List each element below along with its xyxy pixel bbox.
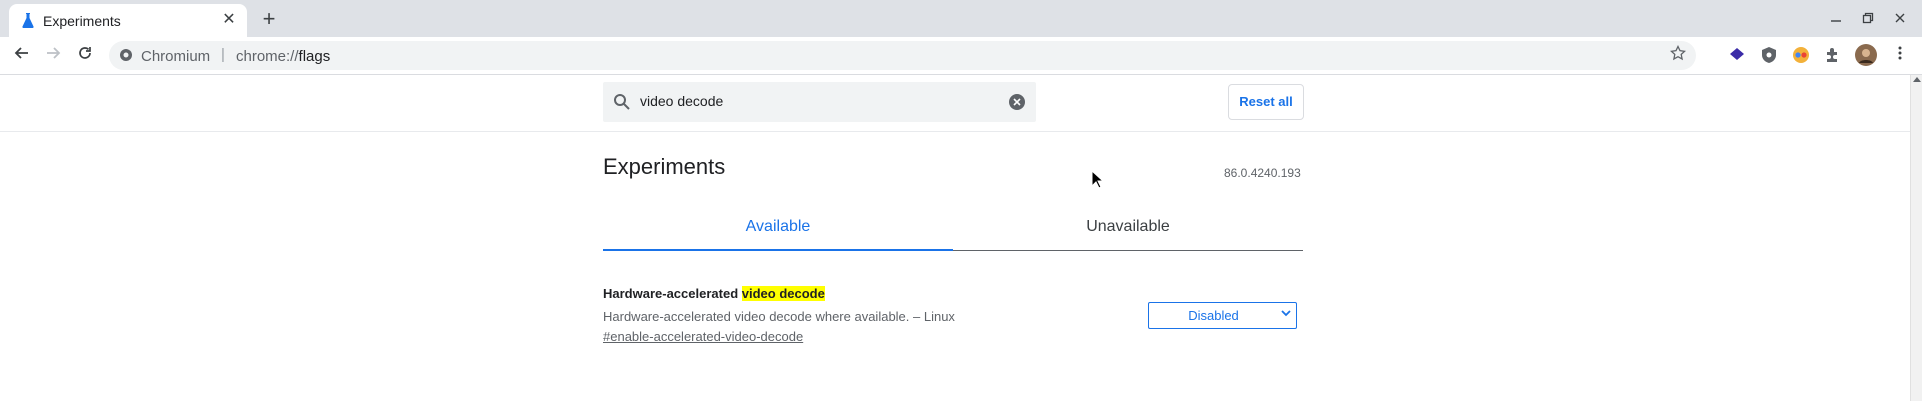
shield-ext-icon[interactable] [1759,45,1779,65]
page-scrollbar[interactable] [1910,75,1922,401]
tab-unavailable[interactable]: Unavailable [953,212,1303,251]
search-query: video decode [640,93,724,109]
reload-icon[interactable] [72,44,98,68]
select-value: Disabled [1188,308,1239,323]
flag-description: Hardware-accelerated video decode where … [603,309,955,324]
flag-title: Hardware-accelerated video decode [603,286,825,301]
restore-icon[interactable] [1855,8,1881,30]
bookmark-star-icon[interactable] [1668,44,1688,65]
browser-tab-experiments[interactable]: Experiments ✕ [9,4,247,37]
tab-strip: Experiments ✕ + [0,0,1922,37]
flags-search-header: video decode Reset all [0,76,1910,132]
puzzle-extensions-icon[interactable] [1823,45,1843,65]
flag-state-select[interactable]: Disabled [1148,302,1297,329]
forward-icon[interactable] [40,44,66,68]
glasses-ext-icon[interactable] [1791,45,1811,65]
clear-search-icon[interactable] [1008,93,1026,111]
new-tab-button[interactable]: + [257,8,281,32]
layers-ext-icon[interactable] [1727,45,1747,65]
address-bar[interactable]: Chromium | chrome://flags [109,41,1696,70]
flag-permalink[interactable]: #enable-accelerated-video-decode [603,329,803,344]
search-icon [614,94,630,110]
mouse-cursor-icon [1091,170,1105,189]
profile-avatar[interactable] [1855,44,1877,66]
tab-close-icon[interactable]: ✕ [219,10,239,30]
tab-title: Experiments [43,13,121,29]
version-number: 86.0.4240.193 [1224,166,1301,180]
minimize-icon[interactable] [1823,8,1849,30]
menu-kebab-icon[interactable] [1887,44,1913,68]
search-match-highlight: video decode [741,286,825,301]
chromium-icon [120,49,132,61]
omnibox-origin: Chromium [141,48,211,65]
tab-available[interactable]: Available [603,212,953,251]
scroll-up-icon[interactable] [1913,77,1921,82]
omnibox-separator: | [221,46,225,63]
chevron-down-icon [1281,310,1291,317]
browser-toolbar: Chromium | chrome://flags [0,37,1922,75]
flags-search-input[interactable]: video decode [603,82,1036,122]
window-close-icon[interactable] [1887,8,1913,30]
page-title: Experiments [603,154,726,179]
flask-icon [22,13,34,28]
omnibox-url: chrome://flags [236,48,331,65]
reset-all-button[interactable]: Reset all [1228,84,1304,120]
back-icon[interactable] [9,44,35,68]
